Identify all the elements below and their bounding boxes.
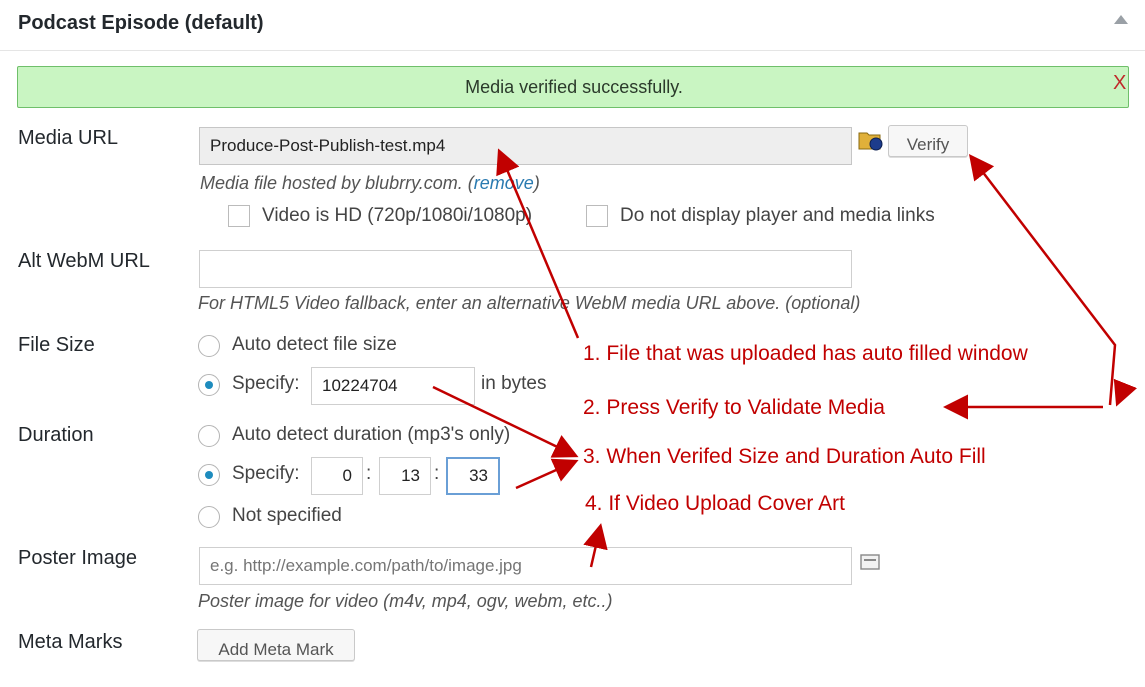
alt-webm-input[interactable] xyxy=(199,250,852,288)
file-size-specify-radio[interactable] xyxy=(198,374,220,396)
duration-none-label: Not specified xyxy=(232,505,342,526)
media-url-help-suffix: ) xyxy=(533,173,540,193)
duration-minutes-input[interactable] xyxy=(379,457,431,495)
arrow-2 xyxy=(968,154,1117,406)
poster-image-input[interactable] xyxy=(199,547,852,585)
video-hd-checkbox[interactable] xyxy=(228,205,250,227)
metabox-title: Podcast Episode (default) xyxy=(18,12,264,34)
verify-button[interactable]: Verify xyxy=(888,125,968,157)
no-player-label: Do not display player and media links xyxy=(620,205,935,226)
folder-icon[interactable] xyxy=(858,128,884,152)
add-meta-mark-button[interactable]: Add Meta Mark xyxy=(197,629,355,661)
alt-webm-label: Alt WebM URL xyxy=(18,250,150,272)
duration-specify-label: Specify: xyxy=(232,463,300,484)
file-size-input[interactable] xyxy=(311,367,475,405)
duration-specify-radio[interactable] xyxy=(198,464,220,486)
media-url-help-prefix: Media file hosted by blubrry.com. ( xyxy=(200,173,474,193)
duration-seconds-input[interactable] xyxy=(446,457,500,495)
no-player-checkbox[interactable] xyxy=(586,205,608,227)
file-size-auto-radio[interactable] xyxy=(198,335,220,357)
annotation-4: 4. If Video Upload Cover Art xyxy=(585,492,845,515)
video-hd-label: Video is HD (720p/1080i/1080p) xyxy=(262,205,533,226)
notice-text: Media verified successfully. xyxy=(465,77,683,97)
poster-image-label: Poster Image xyxy=(18,547,137,569)
duration-label: Duration xyxy=(18,424,94,446)
file-size-label: File Size xyxy=(18,334,95,356)
file-size-specify-label: Specify: xyxy=(232,373,300,394)
media-library-icon[interactable] xyxy=(860,554,880,570)
collapse-arrow-icon[interactable] xyxy=(1114,15,1128,24)
media-url-help: Media file hosted by blubrry.com. (remov… xyxy=(200,173,540,194)
duration-auto-label: Auto detect duration (mp3's only) xyxy=(232,424,511,445)
remove-link[interactable]: remove xyxy=(474,173,534,193)
duration-auto-radio[interactable] xyxy=(198,425,220,447)
meta-marks-label: Meta Marks xyxy=(18,631,123,653)
media-url-label: Media URL xyxy=(18,127,119,149)
success-notice: Media verified successfully. xyxy=(17,66,1129,108)
annotation-2: 2. Press Verify to Validate Media xyxy=(583,396,885,419)
alt-webm-help: For HTML5 Video fallback, enter an alter… xyxy=(198,293,861,313)
poster-image-help: Poster image for video (m4v, mp4, ogv, w… xyxy=(198,591,613,611)
duration-sep-2: : xyxy=(434,463,440,484)
duration-none-radio[interactable] xyxy=(198,506,220,528)
file-size-unit: in bytes xyxy=(481,373,547,394)
arrow-3b xyxy=(515,458,579,490)
duration-hours-input[interactable] xyxy=(311,457,363,495)
notice-close-button[interactable]: X xyxy=(1113,72,1126,95)
media-url-input[interactable] xyxy=(199,127,852,165)
annotation-1: 1. File that was uploaded has auto fille… xyxy=(583,342,1028,365)
annotation-3: 3. When Verifed Size and Duration Auto F… xyxy=(583,445,986,468)
file-size-auto-label: Auto detect file size xyxy=(232,334,397,355)
arrow-2b xyxy=(1113,378,1138,407)
duration-sep-1: : xyxy=(366,463,372,484)
